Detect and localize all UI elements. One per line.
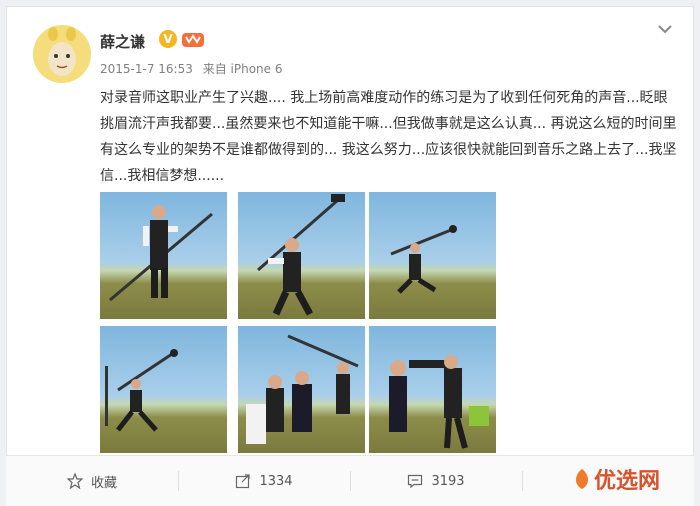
watermark-text: 优选网 bbox=[594, 469, 661, 494]
comment-button[interactable]: 3193 bbox=[350, 456, 522, 506]
favorite-label: 收藏 bbox=[90, 475, 117, 491]
verified-badge-icon: V bbox=[159, 30, 177, 48]
post-source: 来自 iPhone 6 bbox=[202, 62, 283, 76]
comment-count: 3193 bbox=[431, 473, 465, 489]
site-watermark: 优选网 bbox=[572, 463, 660, 495]
repost-icon bbox=[236, 474, 251, 489]
star-icon bbox=[66, 473, 83, 489]
photo-3[interactable] bbox=[369, 192, 496, 319]
post-text: 对录音师这职业产生了兴趣.... 我上场前高难度动作的练习是为了收到任何死角的声… bbox=[100, 90, 677, 184]
comment-icon bbox=[408, 474, 423, 489]
photo-5[interactable] bbox=[238, 326, 365, 453]
repost-count: 1334 bbox=[259, 473, 293, 489]
leaf-logo-icon bbox=[576, 469, 588, 489]
photo-6[interactable] bbox=[369, 326, 496, 453]
photo-2[interactable] bbox=[238, 192, 365, 319]
photo-1[interactable] bbox=[100, 192, 227, 319]
favorite-button[interactable]: 收藏 bbox=[6, 456, 178, 506]
author-name[interactable]: 薛之谦 bbox=[100, 31, 145, 52]
author-avatar[interactable] bbox=[33, 25, 91, 83]
divider bbox=[522, 471, 523, 491]
post-date[interactable]: 2015-1-7 16:53 bbox=[100, 62, 193, 76]
photo-4[interactable] bbox=[100, 326, 227, 453]
weibo-post-card: 薛之谦 V 2015-1-7 16:53 来自 iPhone 6 对录音师这职业… bbox=[6, 6, 694, 505]
repost-button[interactable]: 1334 bbox=[178, 456, 350, 506]
chevron-down-icon[interactable] bbox=[657, 23, 673, 35]
member-crown-icon bbox=[182, 33, 204, 47]
post-meta: 2015-1-7 16:53 来自 iPhone 6 bbox=[100, 60, 288, 77]
